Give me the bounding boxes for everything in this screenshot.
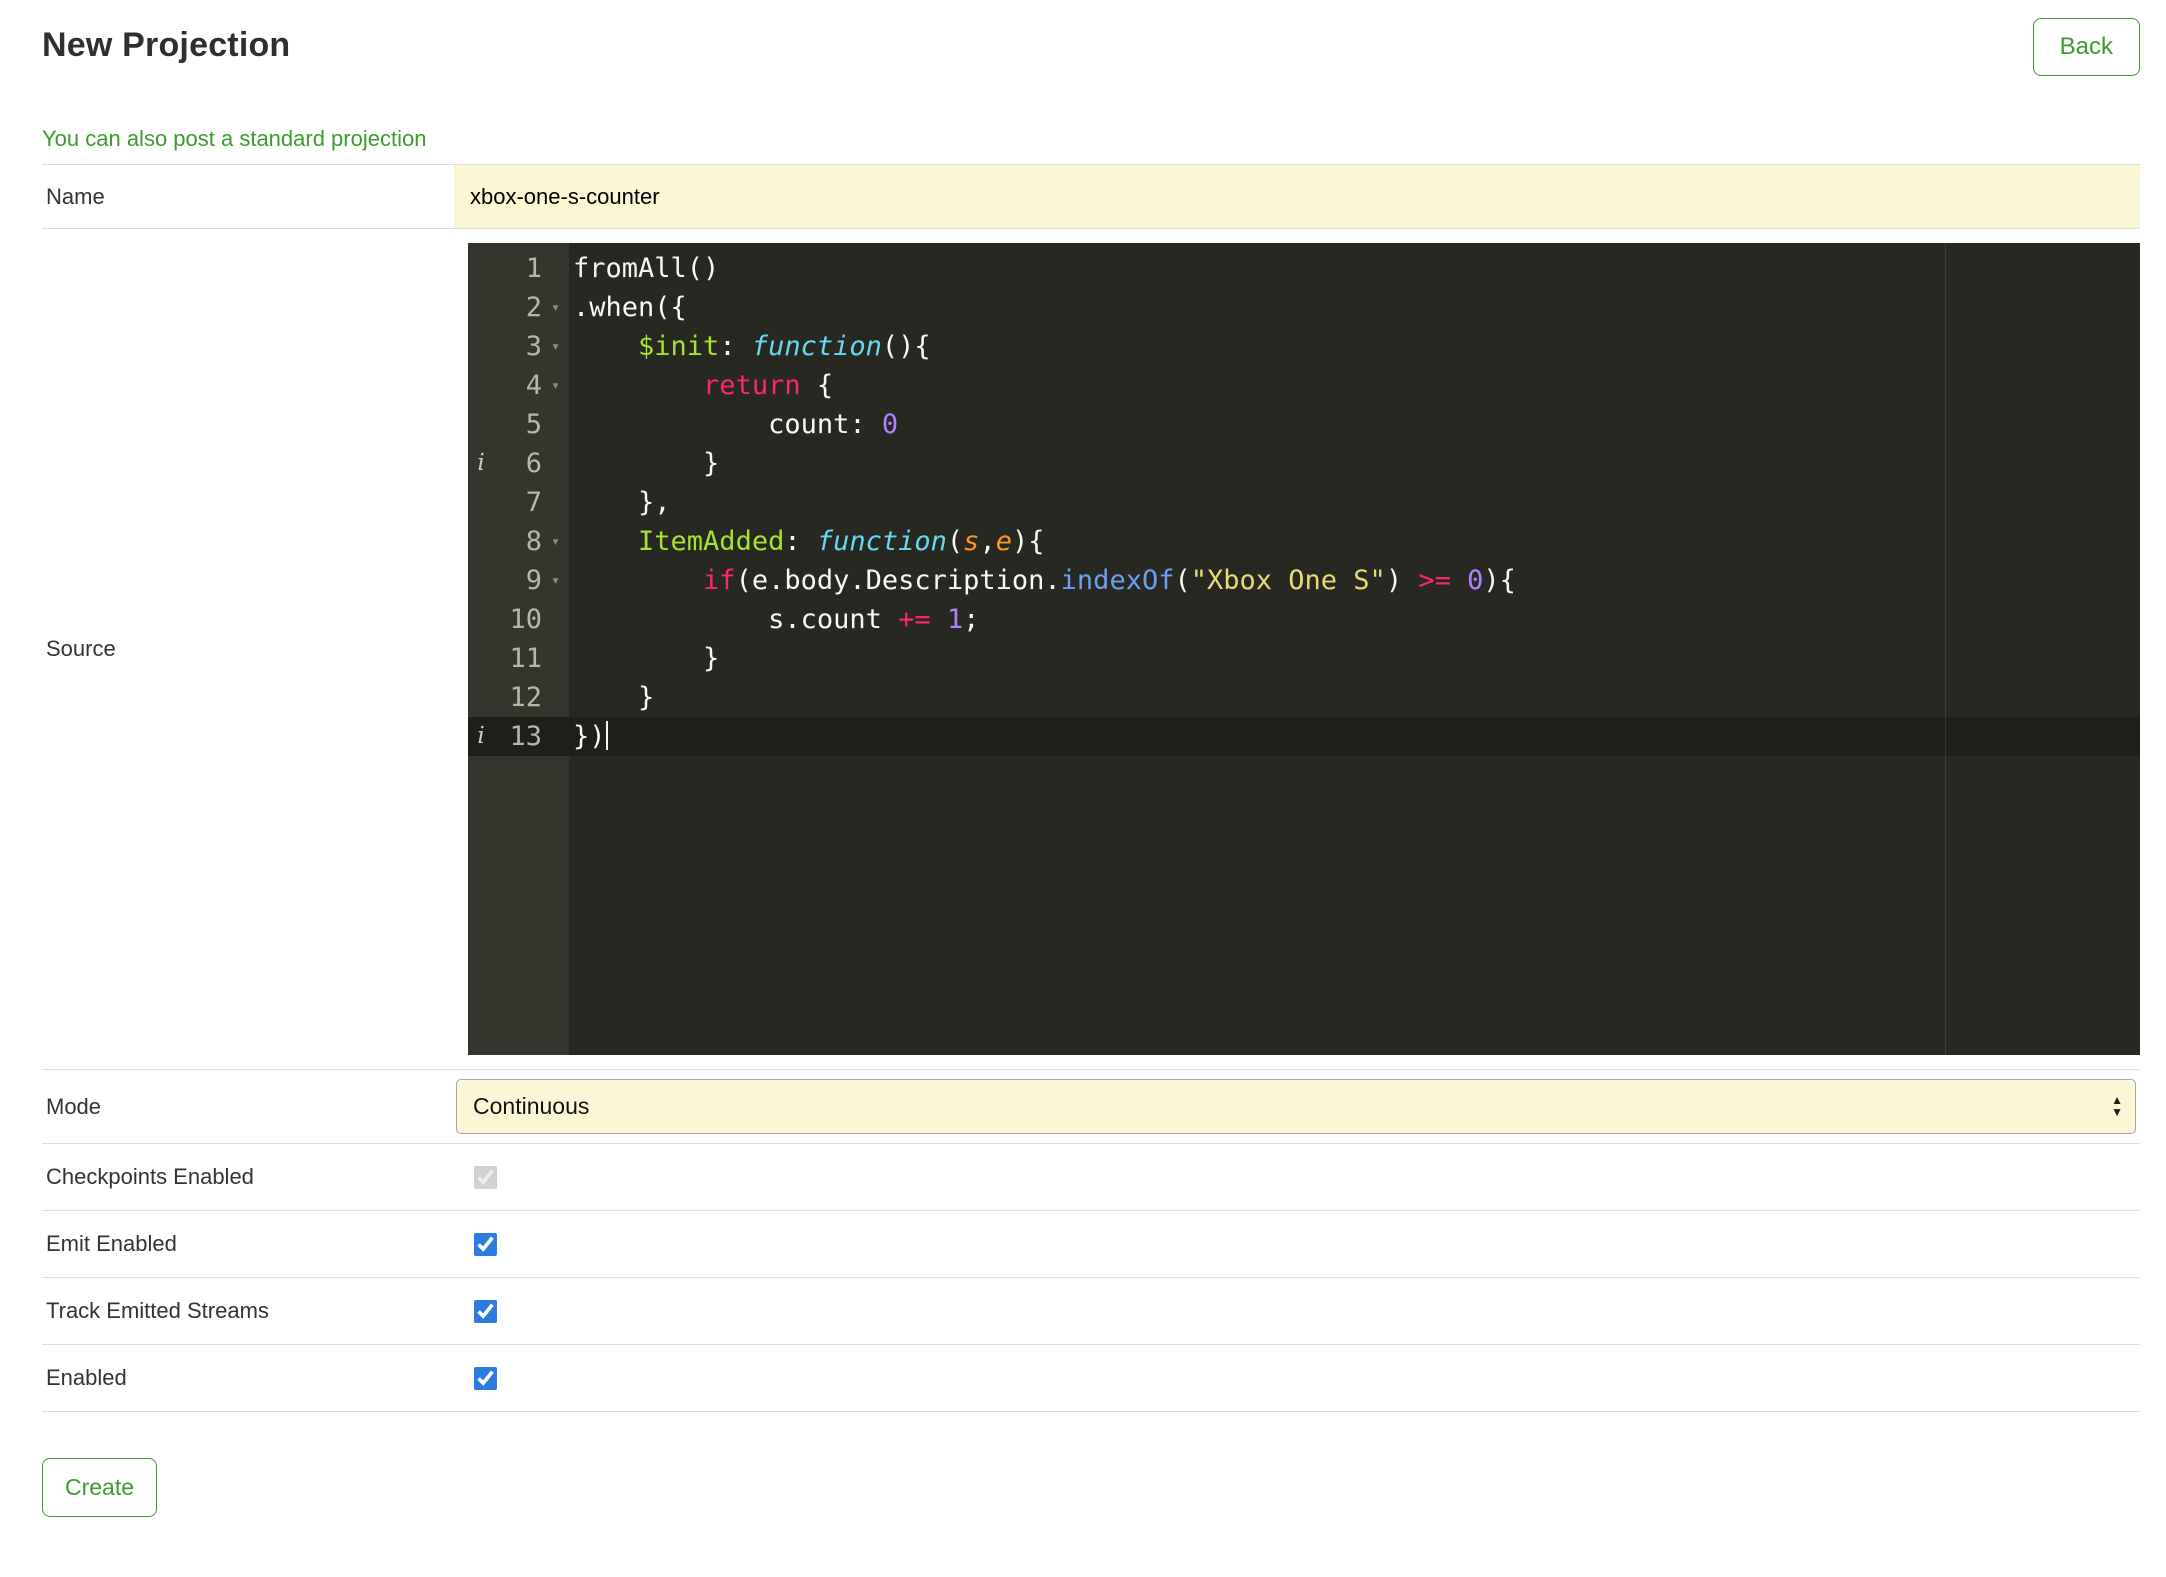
fold-icon[interactable]: ▾ xyxy=(542,561,569,600)
code-line[interactable]: i 13}) xyxy=(468,717,2140,756)
mode-select[interactable]: Continuous ▲ ▼ xyxy=(456,1079,2136,1134)
track-checkbox[interactable] xyxy=(474,1299,497,1323)
source-code-editor[interactable]: 1 fromAll() 2 ▾ .when({3 ▾ $init: function(){… xyxy=(468,243,2140,1055)
checkpoints-checkbox xyxy=(474,1165,497,1189)
page-header: New Projection Back xyxy=(42,18,2140,76)
line-number: 11 xyxy=(509,643,542,674)
info-icon xyxy=(468,600,494,639)
fold-icon xyxy=(542,600,569,639)
enabled-row: Enabled xyxy=(42,1345,2140,1412)
name-label: Name xyxy=(46,183,105,209)
track-label: Track Emitted Streams xyxy=(46,1298,269,1323)
fold-icon xyxy=(542,483,569,522)
source-label: Source xyxy=(46,636,116,661)
fold-icon[interactable]: ▾ xyxy=(542,327,569,366)
info-icon xyxy=(468,366,494,405)
enabled-checkbox[interactable] xyxy=(474,1366,497,1390)
info-icon xyxy=(468,405,494,444)
mode-label: Mode xyxy=(46,1093,102,1119)
info-icon: i xyxy=(477,450,485,476)
fold-icon xyxy=(542,717,569,756)
name-input[interactable] xyxy=(454,165,2140,228)
name-row: Name xyxy=(42,165,2140,229)
emit-label: Emit Enabled xyxy=(46,1231,177,1256)
line-number: 2 xyxy=(525,292,542,323)
create-button[interactable]: Create xyxy=(42,1458,158,1517)
code-line[interactable]: 2 ▾ .when({ xyxy=(468,288,2140,327)
code-line[interactable]: 12 } xyxy=(468,678,2140,717)
code-line[interactable]: i 6 } xyxy=(468,444,2140,483)
code-lines: 1 fromAll() 2 ▾ .when({3 ▾ $init: function(){… xyxy=(468,243,2140,756)
emit-row: Emit Enabled xyxy=(42,1211,2140,1278)
code-text: fromAll() xyxy=(573,253,720,284)
mode-row: Mode Continuous ▲ ▼ xyxy=(42,1070,2140,1144)
page-title: New Projection xyxy=(42,26,291,64)
line-number: 9 xyxy=(525,565,542,596)
emit-checkbox[interactable] xyxy=(474,1232,497,1256)
mode-select-value: Continuous xyxy=(473,1093,590,1119)
line-number: 4 xyxy=(525,370,542,401)
code-text: } xyxy=(573,448,720,479)
projection-form-table: Name Source 1fromAll()2▾.when({3▾ $init:… xyxy=(42,164,2140,1412)
standard-projection-link[interactable]: You can also post a standard projection xyxy=(42,126,426,152)
info-icon xyxy=(468,327,494,366)
line-number: 1 xyxy=(525,253,542,284)
checkpoints-row: Checkpoints Enabled xyxy=(42,1144,2140,1211)
fold-icon xyxy=(542,405,569,444)
line-number: 13 xyxy=(509,721,542,752)
code-text: count: 0 xyxy=(573,409,899,440)
code-text: s.count += 1; xyxy=(573,604,980,635)
code-text: return { xyxy=(703,370,834,401)
code-line[interactable]: 4 ▾ return { xyxy=(468,366,2140,405)
code-text: } xyxy=(573,643,720,674)
line-number: 6 xyxy=(525,448,542,479)
code-line[interactable]: 9 ▾ if(e.body.Description.indexOf("Xbox O… xyxy=(468,561,2140,600)
line-number: 10 xyxy=(509,604,542,635)
code-line[interactable]: 11 } xyxy=(468,639,2140,678)
info-icon xyxy=(468,483,494,522)
line-number: 3 xyxy=(525,331,542,362)
editor-ruler xyxy=(1945,243,1946,1055)
code-line[interactable]: 7 }, xyxy=(468,483,2140,522)
line-number: 8 xyxy=(525,526,542,557)
fold-icon[interactable]: ▾ xyxy=(542,366,569,405)
code-text: .when({ xyxy=(573,292,687,323)
code-text: } xyxy=(573,682,655,713)
code-text: }, xyxy=(573,487,671,518)
fold-icon[interactable]: ▾ xyxy=(542,288,569,327)
info-icon xyxy=(468,678,494,717)
info-icon xyxy=(468,561,494,600)
code-text: ItemAdded: function(s,e){ xyxy=(638,526,1045,557)
code-line[interactable]: 1 fromAll() xyxy=(468,249,2140,288)
info-icon xyxy=(468,249,494,288)
code-text: $init: function(){ xyxy=(638,331,931,362)
enabled-label: Enabled xyxy=(46,1365,127,1390)
info-icon xyxy=(468,522,494,561)
fold-icon xyxy=(542,678,569,717)
fold-icon xyxy=(542,639,569,678)
back-button[interactable]: Back xyxy=(2032,18,2140,76)
code-text: if(e.body.Description.indexOf("Xbox One … xyxy=(703,565,1516,596)
info-icon: i xyxy=(477,723,485,749)
source-row: Source 1 fromAll() 2 ▾ .when({3 ▾ $init: func… xyxy=(42,229,2140,1070)
code-text: }) xyxy=(573,721,608,752)
fold-icon xyxy=(542,249,569,288)
track-row: Track Emitted Streams xyxy=(42,1278,2140,1345)
info-icon xyxy=(468,639,494,678)
line-number: 7 xyxy=(525,487,542,518)
code-line[interactable]: 8 ▾ ItemAdded: function(s,e){ xyxy=(468,522,2140,561)
fold-icon xyxy=(542,444,569,483)
code-line[interactable]: 10 s.count += 1; xyxy=(468,600,2140,639)
fold-icon[interactable]: ▾ xyxy=(542,522,569,561)
select-arrows-icon: ▲ ▼ xyxy=(2111,1093,2123,1119)
info-icon xyxy=(468,288,494,327)
code-line[interactable]: 3 ▾ $init: function(){ xyxy=(468,327,2140,366)
line-number: 12 xyxy=(509,682,542,713)
line-number: 5 xyxy=(525,409,542,440)
new-projection-page: New Projection Back You can also post a … xyxy=(0,0,2166,1577)
checkpoints-label: Checkpoints Enabled xyxy=(46,1164,254,1189)
code-line[interactable]: 5 count: 0 xyxy=(468,405,2140,444)
text-cursor xyxy=(605,721,608,750)
